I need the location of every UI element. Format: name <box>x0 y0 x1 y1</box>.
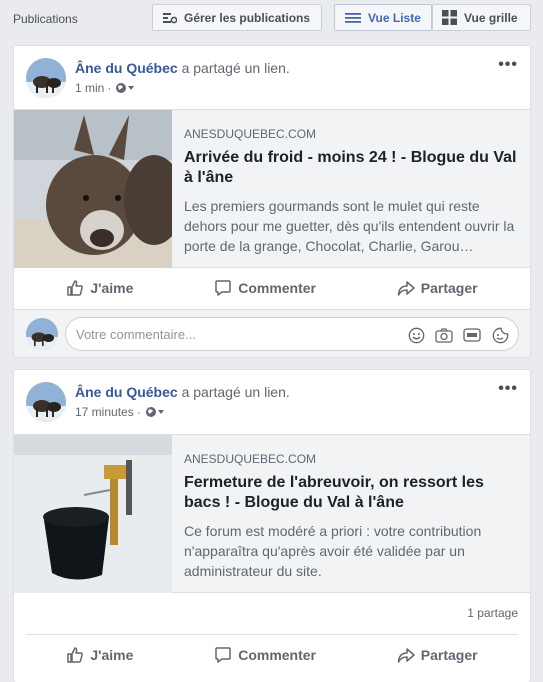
share-count[interactable]: 1 partage <box>467 606 518 620</box>
post-card: Âne du Québec a partagé un lien. 17 minu… <box>13 369 531 682</box>
author-name[interactable]: Âne du Québec <box>75 60 178 76</box>
like-label: J'aime <box>90 646 134 663</box>
comment-button[interactable]: Commenter <box>214 279 316 297</box>
manage-icon <box>163 12 177 23</box>
list-view-button[interactable]: Vue Liste <box>334 4 432 31</box>
more-options-icon[interactable]: ••• <box>498 56 518 74</box>
avatar[interactable] <box>26 58 66 98</box>
share-button[interactable]: Partager <box>397 646 478 664</box>
more-options-icon[interactable]: ••• <box>498 380 518 398</box>
comment-label: Commenter <box>238 646 316 663</box>
list-view-label: Vue Liste <box>368 10 421 25</box>
post-actions: J'aime Commenter Partager <box>26 268 518 308</box>
comment-tools <box>406 325 510 345</box>
share-button[interactable]: Partager <box>397 279 478 297</box>
list-view-icon <box>345 12 361 23</box>
like-label: J'aime <box>90 280 134 296</box>
manage-posts-button[interactable]: Gérer les publications <box>152 4 322 31</box>
post-action-text: a partagé un lien. <box>181 384 290 400</box>
post-meta: 1 min · <box>75 81 135 95</box>
post-action-text: a partagé un lien. <box>181 60 290 76</box>
share-icon <box>397 647 415 663</box>
gif-icon[interactable] <box>462 325 482 345</box>
link-thumbnail <box>14 435 172 593</box>
author-name[interactable]: Âne du Québec <box>75 384 178 400</box>
camera-icon[interactable] <box>434 325 454 345</box>
section-title: Publications <box>13 12 78 26</box>
grid-view-icon <box>442 10 457 25</box>
link-description: Ce forum est modéré a priori : votre con… <box>184 523 482 579</box>
link-text: ANESDUQUEBEC.COM Fermeture de l'abreuvoi… <box>184 452 520 581</box>
comment-composer <box>14 309 530 357</box>
publications-toolbar: Publications Gérer les publications Vue … <box>0 0 543 38</box>
comment-input[interactable] <box>76 327 396 342</box>
link-domain: ANESDUQUEBEC.COM <box>184 452 317 466</box>
share-icon <box>397 281 415 296</box>
comment-button[interactable]: Commenter <box>214 646 316 664</box>
comment-icon <box>215 646 231 663</box>
sticker-icon[interactable] <box>490 325 510 345</box>
emoji-icon[interactable] <box>406 325 426 345</box>
share-label: Partager <box>420 280 478 296</box>
link-description: Les premiers gourmands sont le mulet qui… <box>184 198 515 254</box>
grid-view-label: Vue grille <box>464 10 518 25</box>
comment-label: Commenter <box>238 280 316 296</box>
avatar[interactable] <box>26 318 58 350</box>
share-label: Partager <box>420 646 478 663</box>
post-actions: J'aime Commenter Partager <box>26 634 518 674</box>
thumbs-up-icon <box>67 646 84 663</box>
manage-posts-label: Gérer les publications <box>184 10 311 25</box>
like-button[interactable]: J'aime <box>66 279 133 297</box>
link-thumbnail <box>14 110 172 268</box>
link-text: ANESDUQUEBEC.COM Arrivée du froid - moin… <box>184 127 520 256</box>
post-header: Âne du Québec a partagé un lien. <box>75 384 290 400</box>
like-button[interactable]: J'aime <box>66 646 133 664</box>
thumbs-up-icon <box>67 280 84 296</box>
globe-icon[interactable] <box>145 406 165 418</box>
link-title[interactable]: Fermeture de l'abreuvoir, on ressort les… <box>184 473 520 513</box>
post-header: Âne du Québec a partagé un lien. <box>75 60 290 76</box>
meta-separator: · <box>107 81 112 95</box>
post-card: Âne du Québec a partagé un lien. 1 min ·… <box>13 45 531 358</box>
link-preview[interactable]: ANESDUQUEBEC.COM Arrivée du froid - moin… <box>14 109 530 268</box>
post-timestamp[interactable]: 17 minutes <box>75 405 134 419</box>
avatar[interactable] <box>26 382 66 422</box>
link-preview[interactable]: ANESDUQUEBEC.COM Fermeture de l'abreuvoi… <box>14 434 530 593</box>
globe-icon[interactable] <box>115 82 135 94</box>
comment-icon <box>215 280 231 296</box>
post-timestamp[interactable]: 1 min <box>75 81 104 95</box>
grid-view-button[interactable]: Vue grille <box>432 4 531 31</box>
comment-input-wrapper <box>65 317 519 351</box>
post-meta: 17 minutes · <box>75 405 165 419</box>
link-title[interactable]: Arrivée du froid - moins 24 ! - Blogue d… <box>184 148 520 188</box>
link-domain: ANESDUQUEBEC.COM <box>184 127 317 141</box>
meta-separator: · <box>136 405 141 419</box>
